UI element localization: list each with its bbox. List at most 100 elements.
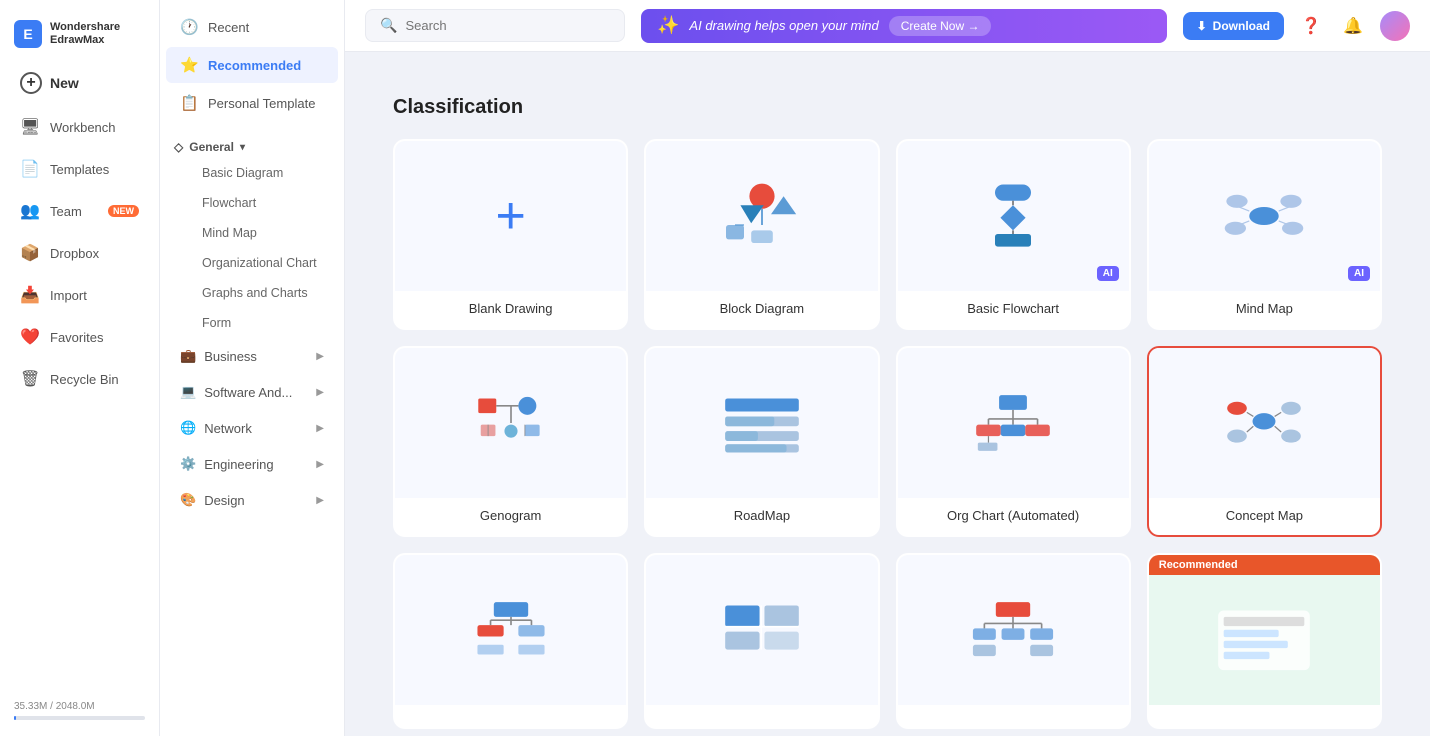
sidebar-item-recycle[interactable]: 🗑 Recycle Bin bbox=[6, 359, 153, 399]
mid-item-business[interactable]: 💼 Business ▶ bbox=[166, 339, 338, 373]
ai-banner-text: AI drawing helps open your mind bbox=[689, 18, 878, 33]
recommended-badge: Recommended bbox=[1149, 555, 1380, 575]
design-icon: 🎨 bbox=[180, 492, 196, 508]
software-chevron: ▶ bbox=[316, 387, 324, 398]
templates-icon: 📄 bbox=[20, 159, 40, 179]
logo-text: Wondershare EdrawMax bbox=[50, 21, 120, 47]
card-label-tree bbox=[395, 705, 626, 727]
sub-mind-map[interactable]: Mind Map bbox=[166, 219, 338, 247]
card-img-blank: + bbox=[395, 141, 626, 291]
blank-plus-icon: + bbox=[495, 190, 525, 242]
page-title: Classification bbox=[393, 96, 1382, 119]
topbar-actions: ⬇ Download ❓ 🔔 bbox=[1183, 11, 1410, 41]
software-icon: 💻 bbox=[180, 384, 196, 400]
card-img-block bbox=[646, 141, 877, 291]
new-badge: NEW bbox=[108, 205, 139, 217]
workbench-icon: 🖥 bbox=[20, 117, 40, 137]
sidebar-item-workbench[interactable]: 🖥 Workbench bbox=[6, 107, 153, 147]
sub-org-chart[interactable]: Organizational Chart bbox=[166, 249, 338, 277]
card-img-matrix bbox=[646, 555, 877, 705]
card-breakdown[interactable] bbox=[896, 553, 1131, 729]
card-img-roadmap bbox=[646, 348, 877, 498]
main-content: Classification + Blank Drawing bbox=[345, 0, 1430, 736]
notifications-button[interactable]: 🔔 bbox=[1338, 11, 1368, 41]
sidebar-item-dropbox[interactable]: 📦 Dropbox bbox=[6, 233, 153, 273]
download-button[interactable]: ⬇ Download bbox=[1183, 12, 1284, 40]
card-roadmap[interactable]: RoadMap bbox=[644, 346, 879, 537]
card-genogram[interactable]: Genogram bbox=[393, 346, 628, 537]
favorites-icon: ❤️ bbox=[20, 327, 40, 347]
page-wrap: Classification + Blank Drawing bbox=[369, 72, 1406, 736]
card-img-mindmap: AI bbox=[1149, 141, 1380, 291]
sidebar-item-favorites[interactable]: ❤️ Favorites bbox=[6, 317, 153, 357]
mid-item-design[interactable]: 🎨 Design ▶ bbox=[166, 483, 338, 517]
card-mind-map[interactable]: AI Mind Map bbox=[1147, 139, 1382, 330]
card-label-conceptmap: Concept Map bbox=[1149, 498, 1380, 535]
card-label-blank: Blank Drawing bbox=[395, 291, 626, 328]
sidebar-item-team[interactable]: 👥 Team NEW bbox=[6, 191, 153, 231]
plus-icon: + bbox=[20, 72, 42, 94]
search-icon: 🔍 bbox=[380, 17, 397, 34]
logo-icon: E bbox=[14, 20, 42, 48]
general-section[interactable]: ◇ General ▾ bbox=[160, 130, 344, 158]
storage-bar bbox=[14, 716, 145, 720]
network-chevron: ▶ bbox=[316, 423, 324, 434]
card-label-mindmap: Mind Map bbox=[1149, 291, 1380, 328]
sub-graphs-charts[interactable]: Graphs and Charts bbox=[166, 279, 338, 307]
card-blank-drawing[interactable]: + Blank Drawing bbox=[393, 139, 628, 330]
sub-form[interactable]: Form bbox=[166, 309, 338, 337]
topbar: 🔍 ✨ AI drawing helps open your mind Crea… bbox=[345, 0, 1430, 52]
engineering-chevron: ▶ bbox=[316, 459, 324, 470]
mid-panel: 🕐 Recent ⭐ Recommended 📋 Personal Templa… bbox=[160, 0, 345, 736]
download-icon: ⬇ bbox=[1197, 19, 1207, 33]
ai-badge-flowchart: AI bbox=[1097, 266, 1119, 281]
sidebar-item-templates[interactable]: 📄 Templates bbox=[6, 149, 153, 189]
mid-item-network[interactable]: 🌐 Network ▶ bbox=[166, 411, 338, 445]
ai-banner[interactable]: ✨ AI drawing helps open your mind Create… bbox=[641, 9, 1167, 43]
new-button[interactable]: + New bbox=[6, 64, 153, 106]
card-img-recommended: Recommended bbox=[1149, 555, 1380, 705]
storage-info: 35.33M / 2048.0M bbox=[0, 691, 159, 724]
mid-item-personal-template[interactable]: 📋 Personal Template bbox=[166, 85, 338, 121]
search-box[interactable]: 🔍 bbox=[365, 9, 625, 42]
card-tree[interactable] bbox=[393, 553, 628, 729]
card-img-conceptmap bbox=[1149, 348, 1380, 498]
business-icon: 💼 bbox=[180, 348, 196, 364]
card-recommended[interactable]: Recommended bbox=[1147, 553, 1382, 729]
storage-fill bbox=[14, 716, 16, 720]
mid-item-recommended[interactable]: ⭐ Recommended bbox=[166, 47, 338, 83]
team-icon: 👥 bbox=[20, 201, 40, 221]
business-chevron: ▶ bbox=[316, 351, 324, 362]
sub-basic-diagram[interactable]: Basic Diagram bbox=[166, 159, 338, 187]
card-img-tree bbox=[395, 555, 626, 705]
recommended-icon: ⭐ bbox=[180, 56, 198, 74]
dropbox-icon: 📦 bbox=[20, 243, 40, 263]
ai-banner-cta[interactable]: Create Now → bbox=[889, 16, 992, 36]
mid-item-engineering[interactable]: ⚙️ Engineering ▶ bbox=[166, 447, 338, 481]
network-icon: 🌐 bbox=[180, 420, 196, 436]
engineering-icon: ⚙️ bbox=[180, 456, 196, 472]
sub-flowchart[interactable]: Flowchart bbox=[166, 189, 338, 217]
mid-item-recent[interactable]: 🕐 Recent bbox=[166, 9, 338, 45]
card-block-diagram[interactable]: Block Diagram bbox=[644, 139, 879, 330]
help-button[interactable]: ❓ bbox=[1296, 11, 1326, 41]
card-label-matrix bbox=[646, 705, 877, 727]
card-label-genogram: Genogram bbox=[395, 498, 626, 535]
design-chevron: ▶ bbox=[316, 495, 324, 506]
storage-text: 35.33M / 2048.0M bbox=[14, 701, 145, 712]
sidebar: E Wondershare EdrawMax + New 🖥 Workbench… bbox=[0, 0, 160, 736]
card-img-flowchart: AI bbox=[898, 141, 1129, 291]
card-basic-flowchart[interactable]: AI Basic Flowchart bbox=[896, 139, 1131, 330]
card-grid: + Blank Drawing Block bbox=[393, 139, 1382, 729]
card-label-flowchart: Basic Flowchart bbox=[898, 291, 1129, 328]
user-avatar[interactable] bbox=[1380, 11, 1410, 41]
card-concept-map[interactable]: Concept Map bbox=[1147, 346, 1382, 537]
card-matrix[interactable] bbox=[644, 553, 879, 729]
ai-badge-mindmap: AI bbox=[1348, 266, 1370, 281]
search-input[interactable] bbox=[405, 18, 610, 33]
card-img-genogram bbox=[395, 348, 626, 498]
mid-item-software[interactable]: 💻 Software And... ▶ bbox=[166, 375, 338, 409]
card-orgchart-auto[interactable]: Org Chart (Automated) bbox=[896, 346, 1131, 537]
sidebar-item-import[interactable]: 📥 Import bbox=[6, 275, 153, 315]
card-label-recommended bbox=[1149, 705, 1380, 727]
